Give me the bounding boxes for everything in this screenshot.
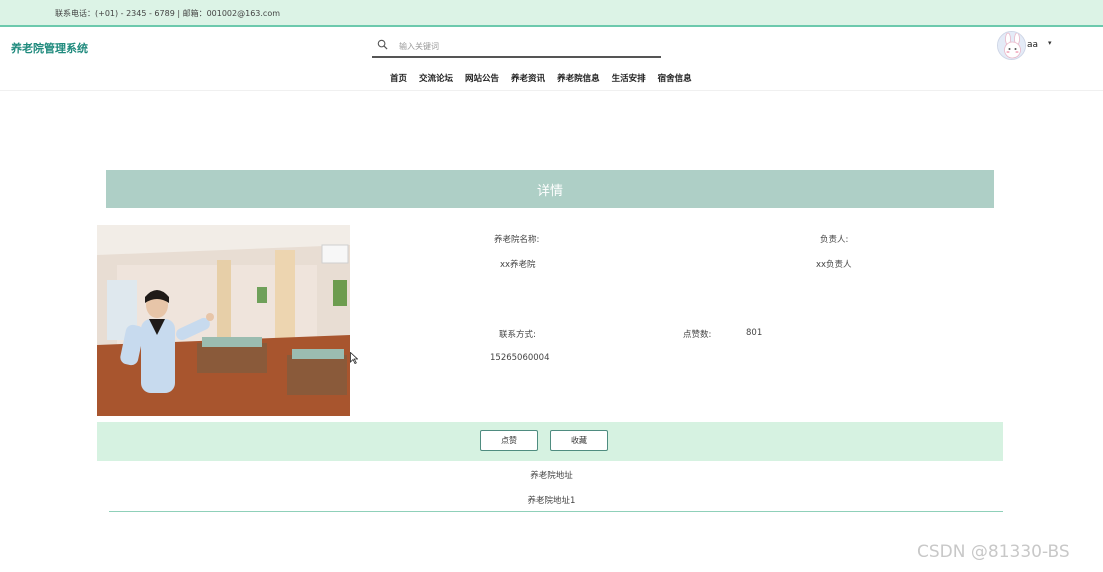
action-bar: 点赞 收藏 bbox=[97, 422, 1003, 461]
nav-item-home[interactable]: 首页 bbox=[390, 72, 407, 84]
nav-item-dorm-info[interactable]: 宿舍信息 bbox=[658, 72, 692, 84]
top-contact-bar: 联系电话：(+01) - 2345 - 6789 | 邮箱：001002@163… bbox=[0, 0, 1103, 27]
mouse-cursor-icon bbox=[350, 352, 358, 364]
divider bbox=[109, 511, 1003, 512]
nav-item-life-schedule[interactable]: 生活安排 bbox=[612, 72, 646, 84]
detail-title-bar: 详情 bbox=[106, 170, 994, 208]
detail-title: 详情 bbox=[536, 183, 563, 199]
contact-value: 15265060004 bbox=[490, 353, 550, 363]
contact-info: 联系电话：(+01) - 2345 - 6789 | 邮箱：001002@163… bbox=[55, 9, 281, 18]
site-title[interactable]: 养老院管理系统 bbox=[11, 40, 88, 56]
search-icon[interactable] bbox=[377, 39, 388, 50]
likes-label: 点赞数: bbox=[683, 330, 712, 340]
favorite-button[interactable]: 收藏 bbox=[550, 430, 608, 451]
nav-item-forum[interactable]: 交流论坛 bbox=[419, 72, 453, 84]
chevron-down-icon[interactable]: ▾ bbox=[1048, 39, 1052, 47]
search-box bbox=[372, 36, 661, 58]
main-nav: 首页 交流论坛 网站公告 养老资讯 养老院信息 生活安排 宿舍信息 bbox=[0, 72, 1103, 86]
manager-value: xx负责人 bbox=[816, 260, 852, 270]
search-input[interactable] bbox=[399, 39, 649, 53]
name-label: 养老院名称: bbox=[494, 235, 540, 245]
nav-item-nursing-home-info[interactable]: 养老院信息 bbox=[557, 72, 600, 84]
avatar[interactable] bbox=[997, 31, 1026, 60]
nursing-home-photo bbox=[97, 225, 350, 416]
header: 养老院管理系统 aa ▾ 首页 交流论坛 网站公告 养老资讯 养老院信息 生活安… bbox=[0, 29, 1103, 91]
manager-label: 负责人: bbox=[820, 235, 849, 245]
nav-item-news[interactable]: 养老资讯 bbox=[511, 72, 545, 84]
address-value: 养老院地址1 bbox=[527, 496, 576, 506]
contact-label: 联系方式: bbox=[499, 330, 536, 340]
nav-item-announcements[interactable]: 网站公告 bbox=[465, 72, 499, 84]
likes-value: 801 bbox=[746, 328, 763, 338]
watermark: CSDN @81330-BS bbox=[917, 542, 1070, 562]
user-name[interactable]: aa bbox=[1027, 40, 1038, 50]
address-label: 养老院地址 bbox=[530, 471, 573, 481]
like-button[interactable]: 点赞 bbox=[480, 430, 538, 451]
name-value: xx养老院 bbox=[500, 260, 536, 270]
